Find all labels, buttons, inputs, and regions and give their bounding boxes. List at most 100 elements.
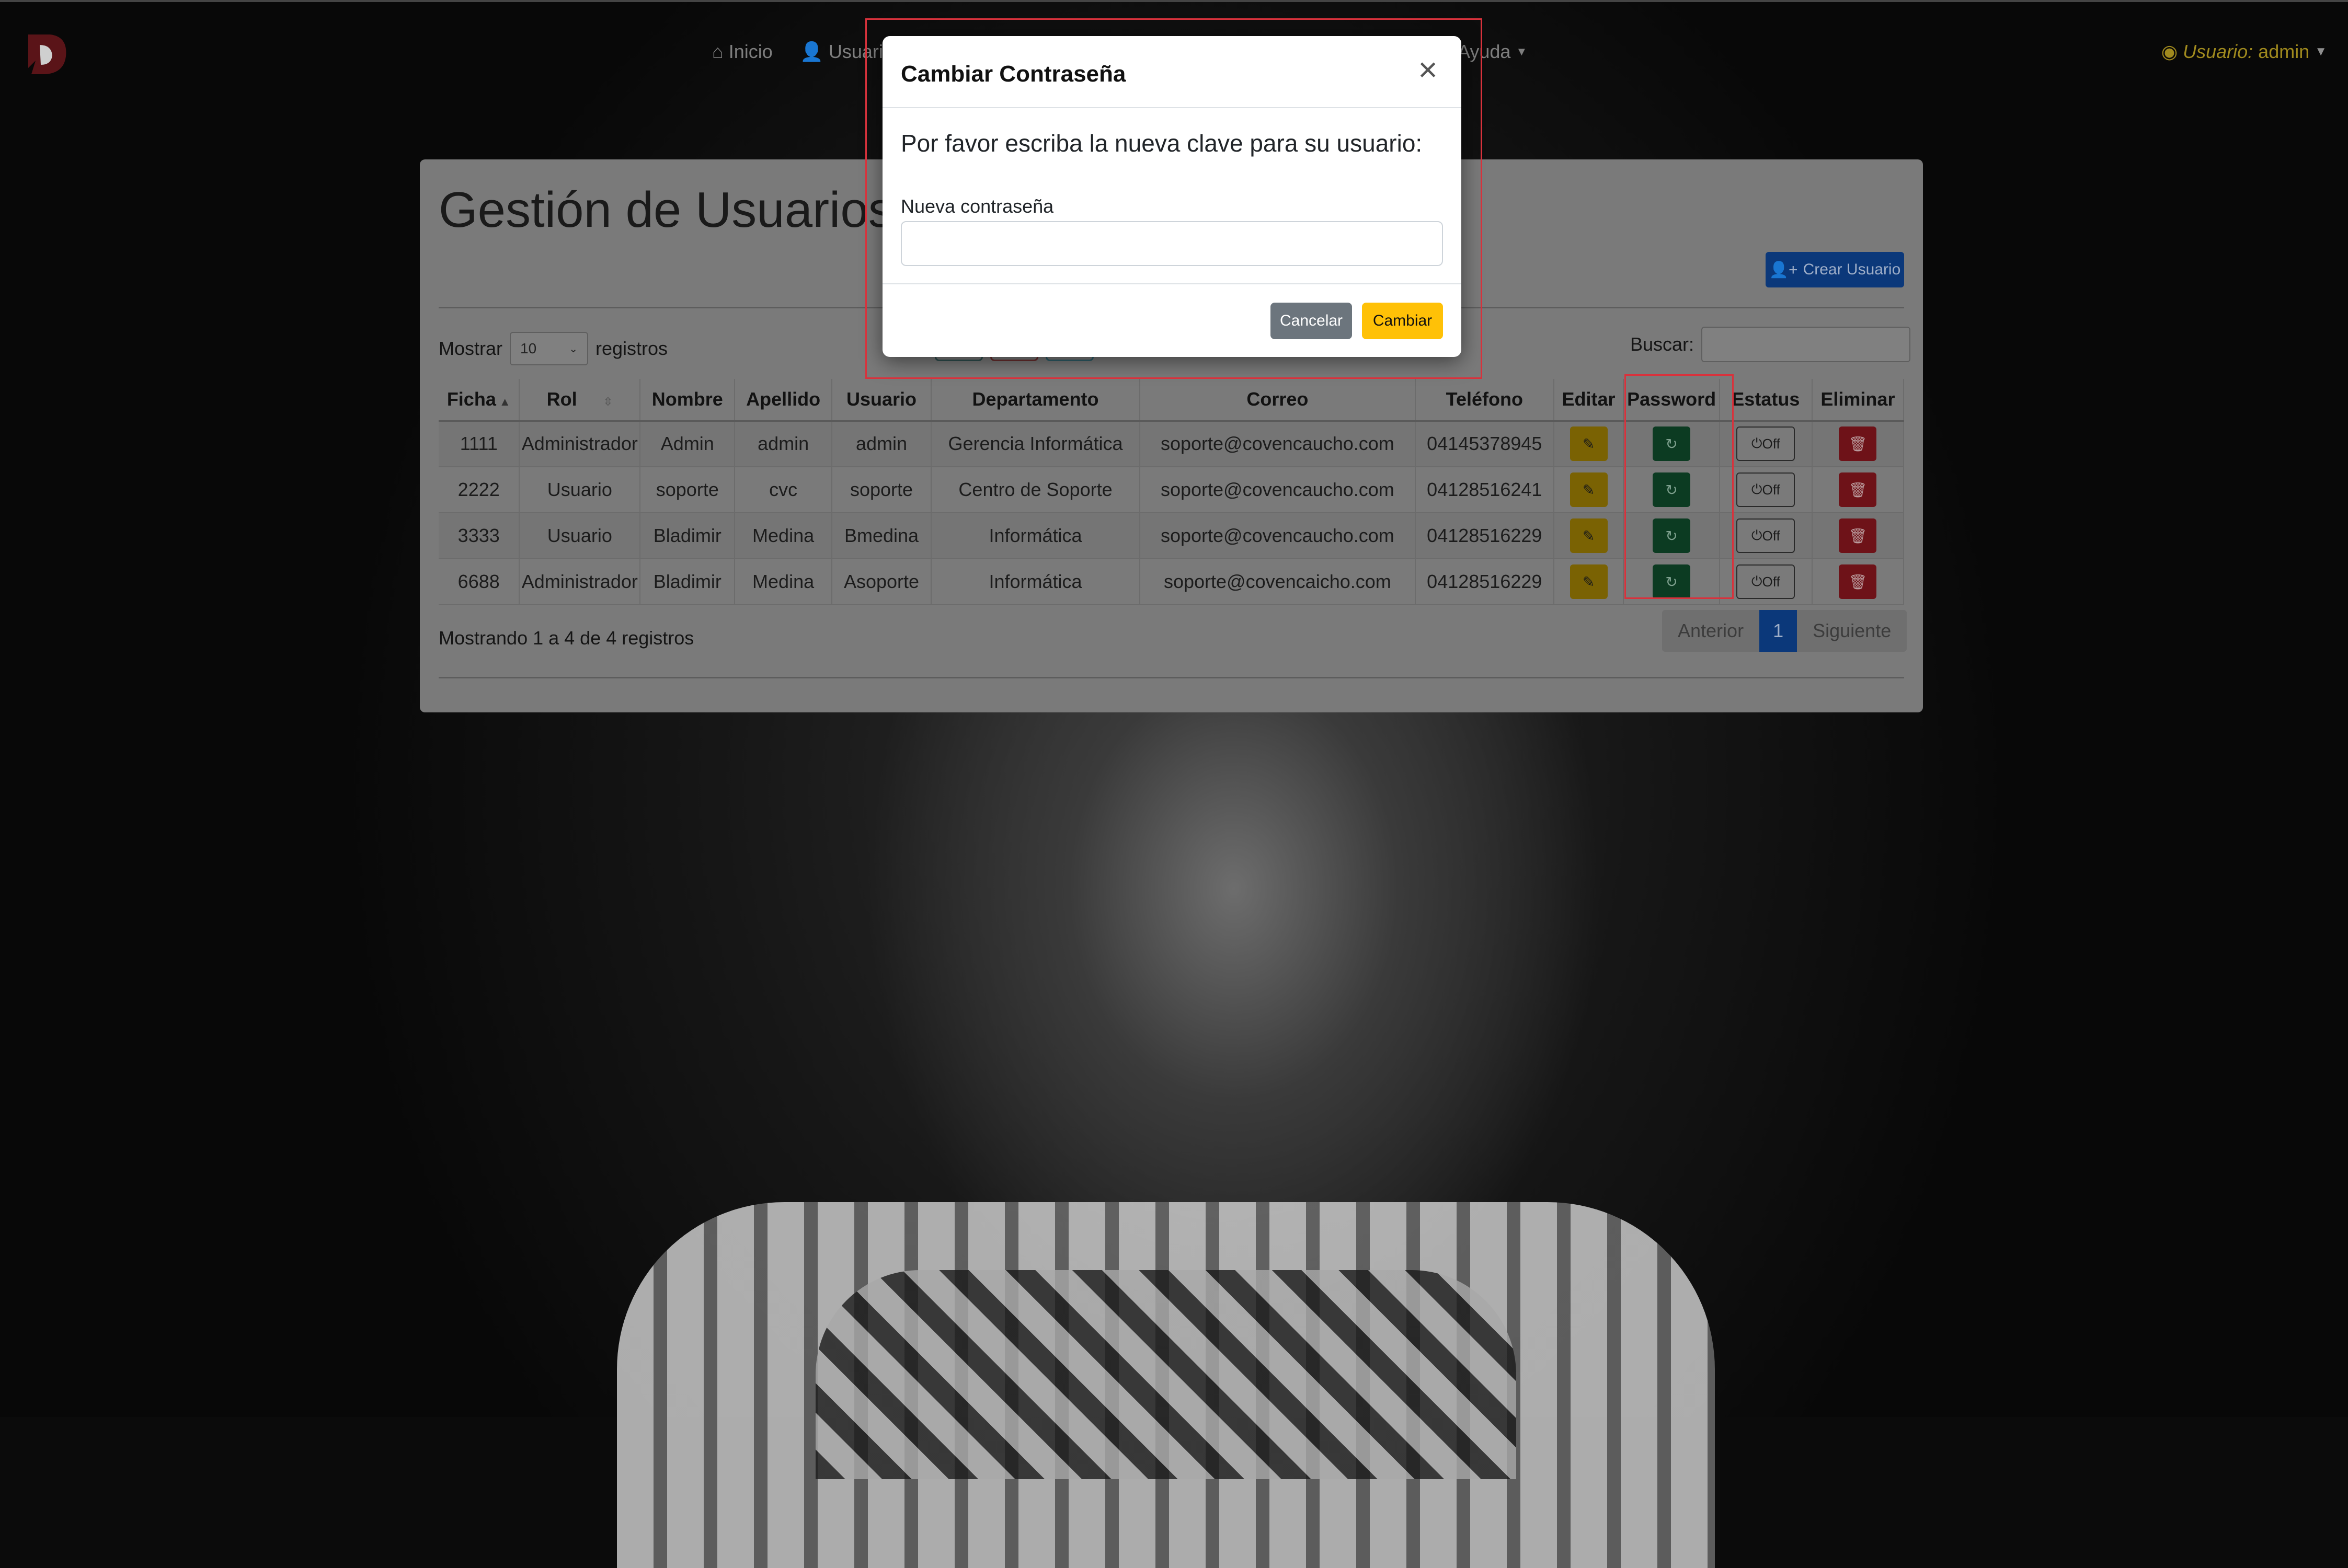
power-icon: ⏻	[1751, 573, 1762, 589]
delete-button[interactable]: 🗑	[1839, 426, 1877, 462]
pagination-next[interactable]: Siguiente	[1797, 610, 1907, 652]
highlight-box-modal	[865, 18, 1482, 379]
header-eliminar: Eliminar	[1812, 379, 1905, 422]
show-prefix: Mostrar	[439, 338, 503, 359]
pagination: Anterior 1 Siguiente	[1662, 610, 1907, 652]
power-icon: ⏻	[1751, 481, 1762, 497]
cell-telefono: 04128516229	[1415, 513, 1554, 559]
cell-telefono: 04128516241	[1415, 467, 1554, 513]
user-menu[interactable]: ◉ Usuario: admin ▼	[2161, 41, 2327, 63]
cell-correo: soporte@covencaucho.com	[1139, 513, 1416, 559]
cell-nombre: Admin	[640, 421, 736, 467]
add-user-icon: 👤+	[1769, 261, 1798, 279]
cell-usuario: Asoporte	[831, 559, 932, 605]
header-departamento[interactable]: Departamento	[931, 379, 1140, 422]
header-label: Rol	[546, 388, 577, 410]
trash-icon: 🗑	[1848, 481, 1868, 498]
chevron-down-icon: ⌄	[569, 343, 578, 355]
power-icon: ⏻	[1751, 435, 1762, 452]
header-label: Ficha	[446, 388, 496, 410]
status-toggle-button[interactable]: ⏻ Off	[1736, 518, 1795, 553]
cell-departamento: Informática	[931, 513, 1140, 559]
page-length-control: Mostrar 10 ⌄ registros	[439, 332, 668, 365]
pagination-page-1[interactable]: 1	[1759, 610, 1797, 652]
cell-apellido: admin	[735, 421, 832, 467]
chevron-down-icon: ▼	[2315, 44, 2327, 59]
delete-button[interactable]: 🗑	[1839, 472, 1877, 507]
cell-apellido: Medina	[735, 513, 832, 559]
status-label: Off	[1762, 527, 1780, 544]
brand-logo[interactable]	[24, 29, 68, 76]
page-length-value: 10	[520, 340, 537, 356]
trash-icon: 🗑	[1848, 435, 1868, 452]
edit-button[interactable]: ✎	[1570, 472, 1608, 507]
header-correo[interactable]: Correo	[1139, 379, 1416, 422]
cell-rol: Administrador	[519, 559, 641, 605]
trash-icon: 🗑	[1848, 527, 1868, 544]
user-name: admin	[2258, 41, 2310, 62]
cell-editar: ✎	[1553, 513, 1624, 559]
header-ficha[interactable]: Ficha ▲	[439, 379, 520, 422]
search-control: Buscar:	[1630, 327, 1911, 362]
create-user-label: Crear Usuario	[1803, 261, 1901, 278]
pagination-previous[interactable]: Anterior	[1662, 610, 1760, 652]
cell-apellido: cvc	[735, 467, 832, 513]
cell-editar: ✎	[1553, 559, 1624, 605]
status-toggle-button[interactable]: ⏻ Off	[1736, 472, 1795, 507]
status-toggle-button[interactable]: ⏻ Off	[1736, 564, 1795, 599]
cell-correo: soporte@covencaicho.com	[1139, 559, 1416, 605]
edit-button[interactable]: ✎	[1570, 426, 1608, 462]
header-editar: Editar	[1553, 379, 1624, 422]
sort-icon: ⇳	[603, 395, 613, 409]
cell-ficha: 3333	[439, 513, 520, 559]
power-icon: ⏻	[1751, 527, 1762, 543]
nav-inicio[interactable]: ⌂ Inicio	[712, 41, 773, 63]
header-telefono[interactable]: Teléfono	[1415, 379, 1554, 422]
status-label: Off	[1762, 573, 1780, 590]
edit-button[interactable]: ✎	[1570, 518, 1608, 553]
cell-eliminar: 🗑	[1812, 467, 1905, 513]
delete-button[interactable]: 🗑	[1839, 518, 1877, 553]
page-title: Gestión de Usuarios	[439, 182, 894, 238]
cell-departamento: Centro de Soporte	[931, 467, 1140, 513]
create-user-button[interactable]: 👤+ Crear Usuario	[1766, 252, 1904, 287]
home-icon: ⌂	[712, 41, 724, 62]
header-apellido[interactable]: Apellido	[735, 379, 832, 422]
edit-icon: ✎	[1582, 573, 1595, 590]
edit-icon: ✎	[1582, 527, 1595, 544]
status-label: Off	[1762, 481, 1780, 498]
edit-icon: ✎	[1582, 435, 1595, 452]
delete-button[interactable]: 🗑	[1839, 564, 1877, 599]
user-circle-icon: ◉	[2161, 41, 2178, 62]
page-length-select[interactable]: 10 ⌄	[510, 332, 589, 365]
trash-icon: 🗑	[1848, 573, 1868, 590]
cell-telefono: 04145378945	[1415, 421, 1554, 467]
edit-button[interactable]: ✎	[1570, 564, 1608, 599]
cell-usuario: Bmedina	[831, 513, 932, 559]
cell-rol: Administrador	[519, 421, 641, 467]
edit-icon: ✎	[1582, 481, 1595, 498]
background-tire-tread	[816, 1270, 1516, 1479]
table-info: Mostrando 1 a 4 de 4 registros	[439, 627, 694, 649]
cell-ficha: 2222	[439, 467, 520, 513]
show-suffix: registros	[595, 338, 668, 359]
cell-rol: Usuario	[519, 513, 641, 559]
cell-nombre: Bladimir	[640, 559, 736, 605]
user-prefix: Usuario:	[2183, 41, 2253, 62]
cell-ficha: 1111	[439, 421, 520, 467]
cell-ficha: 6688	[439, 559, 520, 605]
header-usuario[interactable]: Usuario	[831, 379, 932, 422]
cell-nombre: Bladimir	[640, 513, 736, 559]
cell-rol: Usuario	[519, 467, 641, 513]
search-label: Buscar:	[1630, 333, 1694, 355]
header-rol[interactable]: Rol ⇳	[519, 379, 641, 422]
search-input[interactable]	[1701, 327, 1911, 362]
chevron-down-icon: ▼	[1516, 45, 1528, 58]
cell-usuario: admin	[831, 421, 932, 467]
cell-editar: ✎	[1553, 467, 1624, 513]
status-toggle-button[interactable]: ⏻ Off	[1736, 426, 1795, 462]
header-nombre[interactable]: Nombre	[640, 379, 736, 422]
divider	[439, 677, 1904, 678]
cell-departamento: Gerencia Informática	[931, 421, 1140, 467]
nav-inicio-label: Inicio	[728, 41, 773, 62]
